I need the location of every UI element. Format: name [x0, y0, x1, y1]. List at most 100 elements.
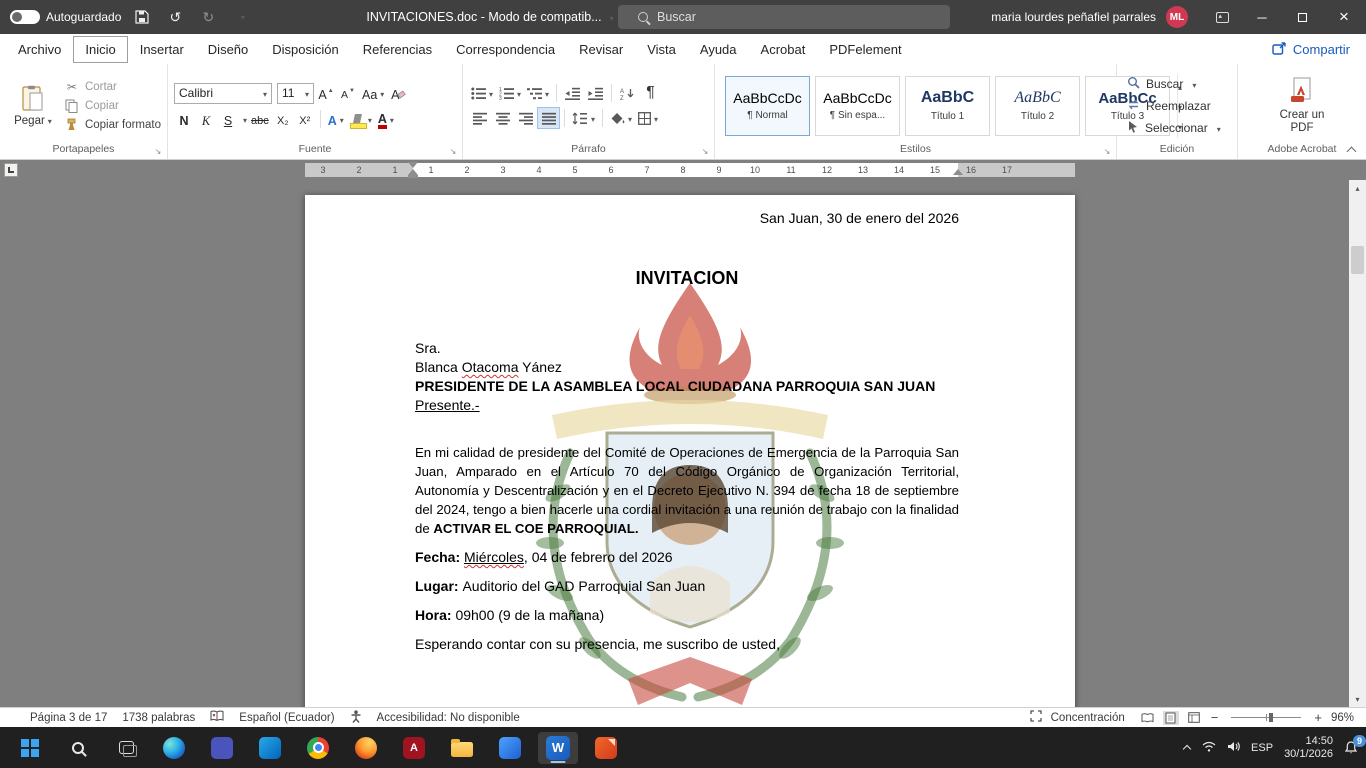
paragraph-dialog-launcher[interactable] — [699, 145, 711, 157]
zoom-out-icon[interactable]: − — [1211, 710, 1219, 725]
start-button[interactable] — [10, 732, 50, 764]
bullet-list-button[interactable] — [469, 83, 495, 103]
highlight-button[interactable] — [348, 109, 374, 129]
paste-button[interactable]: Pegar — [6, 69, 60, 142]
document-page[interactable]: San Juan, 30 de enero del 2026 INVITACIO… — [305, 195, 1075, 707]
save-icon[interactable] — [130, 4, 154, 30]
ribbon-tab[interactable]: Correspondencia — [444, 36, 567, 63]
office-app-button[interactable] — [490, 732, 530, 764]
style-card[interactable]: AaBbC Título 2 — [995, 76, 1080, 136]
zoom-slider-knob[interactable] — [1269, 713, 1273, 722]
create-pdf-button[interactable]: Crear un PDF — [1270, 69, 1334, 142]
firefox-button[interactable] — [346, 732, 386, 764]
find-button[interactable]: Buscar — [1127, 76, 1221, 92]
teams-button[interactable] — [202, 732, 242, 764]
ribbon-tab[interactable]: Diseño — [196, 36, 260, 63]
ribbon-tab[interactable]: Insertar — [128, 36, 196, 63]
superscript-button[interactable]: X² — [295, 109, 315, 129]
font-family-select[interactable]: Calibri — [174, 83, 272, 104]
document-content[interactable]: San Juan, 30 de enero del 2026 INVITACIO… — [305, 195, 1075, 654]
ribbon-tab[interactable]: PDFelement — [817, 36, 913, 63]
scrollbar-thumb[interactable] — [1351, 246, 1364, 274]
taskbar-search-button[interactable] — [58, 732, 98, 764]
collapse-ribbon-icon[interactable] — [1346, 146, 1356, 154]
align-left-button[interactable] — [469, 108, 490, 128]
notification-bell[interactable]: 9 — [1344, 741, 1358, 755]
strikethrough-button[interactable]: abc — [249, 109, 271, 129]
align-right-button[interactable] — [515, 108, 536, 128]
pdfelement-button[interactable] — [586, 732, 626, 764]
tab-stop-selector[interactable] — [4, 163, 18, 177]
clear-formatting-button[interactable]: A — [388, 83, 408, 103]
clock[interactable]: 14:50 30/1/2026 — [1284, 735, 1333, 761]
ribbon-display-options-icon[interactable] — [1202, 0, 1242, 34]
align-center-button[interactable] — [492, 108, 513, 128]
italic-button[interactable]: K — [196, 109, 216, 129]
language-switcher[interactable]: ESP — [1251, 742, 1273, 754]
subscript-button[interactable]: X₂ — [273, 109, 293, 129]
ribbon-tab[interactable]: Vista — [635, 36, 688, 63]
minimize-button[interactable] — [1242, 0, 1282, 34]
underline-dropdown-icon[interactable] — [240, 110, 247, 128]
print-layout-icon[interactable] — [1163, 711, 1179, 725]
focus-mode-button[interactable]: Concentración — [1051, 712, 1125, 724]
style-card[interactable]: AaBbCcDc ¶ Normal — [725, 76, 810, 136]
line-spacing-button[interactable] — [570, 108, 597, 128]
avatar[interactable]: ML — [1166, 6, 1188, 28]
shading-button[interactable] — [608, 108, 634, 128]
ribbon-tab[interactable]: Disposición — [260, 36, 350, 63]
tray-chevron-icon[interactable] — [1183, 744, 1191, 752]
grow-font-button[interactable]: A▲ — [316, 83, 336, 103]
left-indent-marker[interactable] — [408, 175, 418, 178]
font-dialog-launcher[interactable] — [447, 145, 459, 157]
ribbon-tab[interactable]: Revisar — [567, 36, 635, 63]
accessibility-status[interactable]: Accesibilidad: No disponible — [377, 712, 520, 724]
font-color-button[interactable]: A — [376, 109, 396, 129]
word-count[interactable]: 1738 palabras — [122, 712, 195, 724]
ribbon-tab[interactable]: Archivo — [6, 36, 73, 63]
customize-quick-access-icon[interactable] — [229, 4, 253, 30]
word-button[interactable]: W — [538, 732, 578, 764]
style-card[interactable]: AaBbC Título 1 — [905, 76, 990, 136]
acrobat-button[interactable]: A — [394, 732, 434, 764]
copy-button[interactable]: Copiar — [64, 99, 161, 113]
share-button[interactable]: Compartir — [1272, 41, 1350, 58]
scroll-down-icon[interactable] — [1349, 691, 1366, 707]
maximize-button[interactable] — [1282, 0, 1322, 34]
zoom-level[interactable]: 96% — [1331, 712, 1354, 724]
file-explorer-button[interactable] — [442, 732, 482, 764]
first-line-indent-marker[interactable] — [408, 162, 418, 168]
sort-button[interactable]: AZ — [617, 83, 638, 103]
ribbon-tab[interactable]: Acrobat — [749, 36, 818, 63]
font-size-select[interactable]: 11 — [277, 83, 314, 104]
read-mode-icon[interactable] — [1140, 711, 1156, 725]
volume-icon[interactable] — [1227, 739, 1240, 757]
right-indent-marker[interactable] — [953, 169, 963, 175]
select-button[interactable]: Seleccionar — [1127, 120, 1221, 136]
title-chevron-icon[interactable] — [607, 10, 614, 24]
borders-button[interactable] — [636, 108, 660, 128]
chrome-button[interactable] — [298, 732, 338, 764]
zoom-slider[interactable] — [1231, 717, 1301, 718]
style-card[interactable]: AaBbCcDc ¶ Sin espa... — [815, 76, 900, 136]
close-button[interactable] — [1322, 0, 1366, 34]
proofing-icon[interactable] — [210, 710, 224, 725]
ruler[interactable]: 3211234567891011121314151617 — [0, 160, 1366, 180]
cut-button[interactable]: Cortar — [64, 80, 161, 94]
multilevel-list-button[interactable] — [525, 83, 551, 103]
increase-indent-button[interactable] — [585, 83, 606, 103]
outlook-button[interactable] — [250, 732, 290, 764]
show-paragraph-marks-button[interactable]: ¶ — [640, 83, 661, 103]
replace-button[interactable]: Reemplazar — [1127, 98, 1221, 114]
page-indicator[interactable]: Página 3 de 17 — [30, 712, 107, 724]
search-box[interactable]: Buscar — [618, 5, 950, 29]
redo-icon[interactable] — [196, 4, 220, 30]
language-indicator[interactable]: Español (Ecuador) — [239, 712, 334, 724]
underline-button[interactable]: S — [218, 109, 238, 129]
shrink-font-button[interactable]: A▼ — [338, 83, 358, 103]
format-painter-button[interactable]: Copiar formato — [64, 118, 161, 131]
text-effects-button[interactable]: A — [326, 109, 346, 129]
autosave-toggle[interactable]: Autoguardado — [10, 10, 121, 24]
web-layout-icon[interactable] — [1186, 711, 1202, 725]
task-view-button[interactable] — [106, 732, 146, 764]
